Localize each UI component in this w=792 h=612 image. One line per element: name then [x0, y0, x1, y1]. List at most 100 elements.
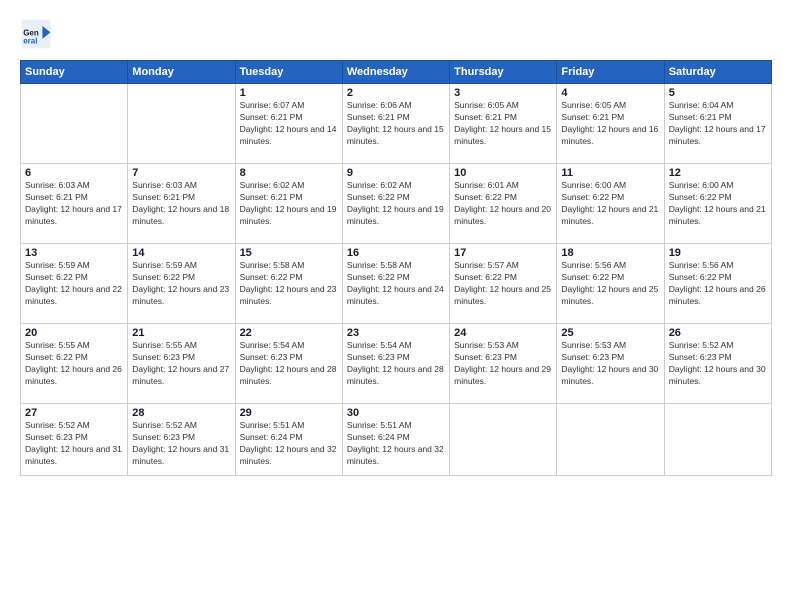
day-number: 5 [669, 87, 767, 99]
calendar-cell: 22Sunrise: 5:54 AMSunset: 6:23 PMDayligh… [235, 324, 342, 404]
calendar-cell: 29Sunrise: 5:51 AMSunset: 6:24 PMDayligh… [235, 404, 342, 476]
calendar-cell [450, 404, 557, 476]
day-number: 26 [669, 327, 767, 339]
calendar-cell: 6Sunrise: 6:03 AMSunset: 6:21 PMDaylight… [21, 164, 128, 244]
day-number: 23 [347, 327, 445, 339]
day-info: Sunrise: 5:58 AMSunset: 6:22 PMDaylight:… [240, 260, 338, 308]
week-row-1: 6Sunrise: 6:03 AMSunset: 6:21 PMDaylight… [21, 164, 772, 244]
day-info: Sunrise: 6:07 AMSunset: 6:21 PMDaylight:… [240, 100, 338, 148]
calendar-cell [128, 84, 235, 164]
day-number: 15 [240, 247, 338, 259]
calendar-cell: 17Sunrise: 5:57 AMSunset: 6:22 PMDayligh… [450, 244, 557, 324]
logo-icon: Gen eral [20, 18, 52, 50]
day-info: Sunrise: 6:00 AMSunset: 6:22 PMDaylight:… [669, 180, 767, 228]
day-number: 9 [347, 167, 445, 179]
day-info: Sunrise: 5:56 AMSunset: 6:22 PMDaylight:… [561, 260, 659, 308]
day-number: 28 [132, 407, 230, 419]
day-number: 16 [347, 247, 445, 259]
day-number: 8 [240, 167, 338, 179]
day-number: 21 [132, 327, 230, 339]
day-number: 19 [669, 247, 767, 259]
day-info: Sunrise: 6:01 AMSunset: 6:22 PMDaylight:… [454, 180, 552, 228]
calendar-cell: 8Sunrise: 6:02 AMSunset: 6:21 PMDaylight… [235, 164, 342, 244]
weekday-thursday: Thursday [450, 61, 557, 84]
calendar-cell: 25Sunrise: 5:53 AMSunset: 6:23 PMDayligh… [557, 324, 664, 404]
day-number: 7 [132, 167, 230, 179]
svg-text:eral: eral [23, 37, 37, 46]
day-number: 10 [454, 167, 552, 179]
day-info: Sunrise: 6:06 AMSunset: 6:21 PMDaylight:… [347, 100, 445, 148]
weekday-header-row: SundayMondayTuesdayWednesdayThursdayFrid… [21, 61, 772, 84]
day-number: 17 [454, 247, 552, 259]
weekday-sunday: Sunday [21, 61, 128, 84]
day-info: Sunrise: 5:52 AMSunset: 6:23 PMDaylight:… [132, 420, 230, 468]
day-number: 30 [347, 407, 445, 419]
day-number: 25 [561, 327, 659, 339]
week-row-0: 1Sunrise: 6:07 AMSunset: 6:21 PMDaylight… [21, 84, 772, 164]
logo: Gen eral [20, 18, 56, 50]
day-number: 22 [240, 327, 338, 339]
day-info: Sunrise: 6:05 AMSunset: 6:21 PMDaylight:… [454, 100, 552, 148]
day-info: Sunrise: 5:57 AMSunset: 6:22 PMDaylight:… [454, 260, 552, 308]
calendar-cell: 19Sunrise: 5:56 AMSunset: 6:22 PMDayligh… [664, 244, 771, 324]
calendar-cell: 15Sunrise: 5:58 AMSunset: 6:22 PMDayligh… [235, 244, 342, 324]
day-info: Sunrise: 5:54 AMSunset: 6:23 PMDaylight:… [347, 340, 445, 388]
day-info: Sunrise: 5:55 AMSunset: 6:22 PMDaylight:… [25, 340, 123, 388]
day-number: 3 [454, 87, 552, 99]
calendar-cell: 14Sunrise: 5:59 AMSunset: 6:22 PMDayligh… [128, 244, 235, 324]
calendar-cell: 24Sunrise: 5:53 AMSunset: 6:23 PMDayligh… [450, 324, 557, 404]
day-number: 6 [25, 167, 123, 179]
day-info: Sunrise: 5:55 AMSunset: 6:23 PMDaylight:… [132, 340, 230, 388]
calendar-cell: 7Sunrise: 6:03 AMSunset: 6:21 PMDaylight… [128, 164, 235, 244]
day-info: Sunrise: 5:59 AMSunset: 6:22 PMDaylight:… [132, 260, 230, 308]
weekday-tuesday: Tuesday [235, 61, 342, 84]
day-info: Sunrise: 6:03 AMSunset: 6:21 PMDaylight:… [132, 180, 230, 228]
calendar-cell [557, 404, 664, 476]
calendar-cell: 5Sunrise: 6:04 AMSunset: 6:21 PMDaylight… [664, 84, 771, 164]
calendar-cell: 10Sunrise: 6:01 AMSunset: 6:22 PMDayligh… [450, 164, 557, 244]
day-info: Sunrise: 6:05 AMSunset: 6:21 PMDaylight:… [561, 100, 659, 148]
calendar-cell: 13Sunrise: 5:59 AMSunset: 6:22 PMDayligh… [21, 244, 128, 324]
day-number: 12 [669, 167, 767, 179]
calendar-cell: 3Sunrise: 6:05 AMSunset: 6:21 PMDaylight… [450, 84, 557, 164]
header: Gen eral [20, 18, 772, 50]
day-info: Sunrise: 6:04 AMSunset: 6:21 PMDaylight:… [669, 100, 767, 148]
week-row-2: 13Sunrise: 5:59 AMSunset: 6:22 PMDayligh… [21, 244, 772, 324]
calendar-cell: 21Sunrise: 5:55 AMSunset: 6:23 PMDayligh… [128, 324, 235, 404]
day-info: Sunrise: 5:58 AMSunset: 6:22 PMDaylight:… [347, 260, 445, 308]
weekday-friday: Friday [557, 61, 664, 84]
calendar-cell: 20Sunrise: 5:55 AMSunset: 6:22 PMDayligh… [21, 324, 128, 404]
day-info: Sunrise: 5:51 AMSunset: 6:24 PMDaylight:… [240, 420, 338, 468]
day-info: Sunrise: 6:00 AMSunset: 6:22 PMDaylight:… [561, 180, 659, 228]
calendar-cell: 12Sunrise: 6:00 AMSunset: 6:22 PMDayligh… [664, 164, 771, 244]
day-info: Sunrise: 5:56 AMSunset: 6:22 PMDaylight:… [669, 260, 767, 308]
day-info: Sunrise: 5:52 AMSunset: 6:23 PMDaylight:… [669, 340, 767, 388]
day-info: Sunrise: 5:54 AMSunset: 6:23 PMDaylight:… [240, 340, 338, 388]
calendar-cell: 16Sunrise: 5:58 AMSunset: 6:22 PMDayligh… [342, 244, 449, 324]
calendar-cell: 4Sunrise: 6:05 AMSunset: 6:21 PMDaylight… [557, 84, 664, 164]
day-number: 29 [240, 407, 338, 419]
week-row-3: 20Sunrise: 5:55 AMSunset: 6:22 PMDayligh… [21, 324, 772, 404]
page: Gen eral SundayMondayTuesdayWednesdayThu… [0, 0, 792, 612]
calendar-cell [664, 404, 771, 476]
calendar-cell: 1Sunrise: 6:07 AMSunset: 6:21 PMDaylight… [235, 84, 342, 164]
calendar-cell: 2Sunrise: 6:06 AMSunset: 6:21 PMDaylight… [342, 84, 449, 164]
week-row-4: 27 Sunrise: 5:52 AMSunset: 6:23 PMDayligh… [21, 404, 772, 476]
day-number: 2 [347, 87, 445, 99]
day-info: Sunrise: 6:02 AMSunset: 6:22 PMDaylight:… [347, 180, 445, 228]
calendar-cell: 30Sunrise: 5:51 AMSunset: 6:24 PMDayligh… [342, 404, 449, 476]
day-number: 20 [25, 327, 123, 339]
day-info: Sunrise: 5:51 AMSunset: 6:24 PMDaylight:… [347, 420, 445, 468]
calendar-cell: 9Sunrise: 6:02 AMSunset: 6:22 PMDaylight… [342, 164, 449, 244]
day-info: Sunrise: 6:02 AMSunset: 6:21 PMDaylight:… [240, 180, 338, 228]
day-number: 24 [454, 327, 552, 339]
day-number: 14 [132, 247, 230, 259]
day-number: 27 [25, 407, 123, 419]
calendar-cell [21, 84, 128, 164]
calendar-cell: 23Sunrise: 5:54 AMSunset: 6:23 PMDayligh… [342, 324, 449, 404]
calendar-cell: 26Sunrise: 5:52 AMSunset: 6:23 PMDayligh… [664, 324, 771, 404]
day-info: Sunrise: 6:03 AMSunset: 6:21 PMDaylight:… [25, 180, 123, 228]
day-number: 11 [561, 167, 659, 179]
weekday-monday: Monday [128, 61, 235, 84]
day-info: Sunrise: 5:53 AMSunset: 6:23 PMDaylight:… [454, 340, 552, 388]
